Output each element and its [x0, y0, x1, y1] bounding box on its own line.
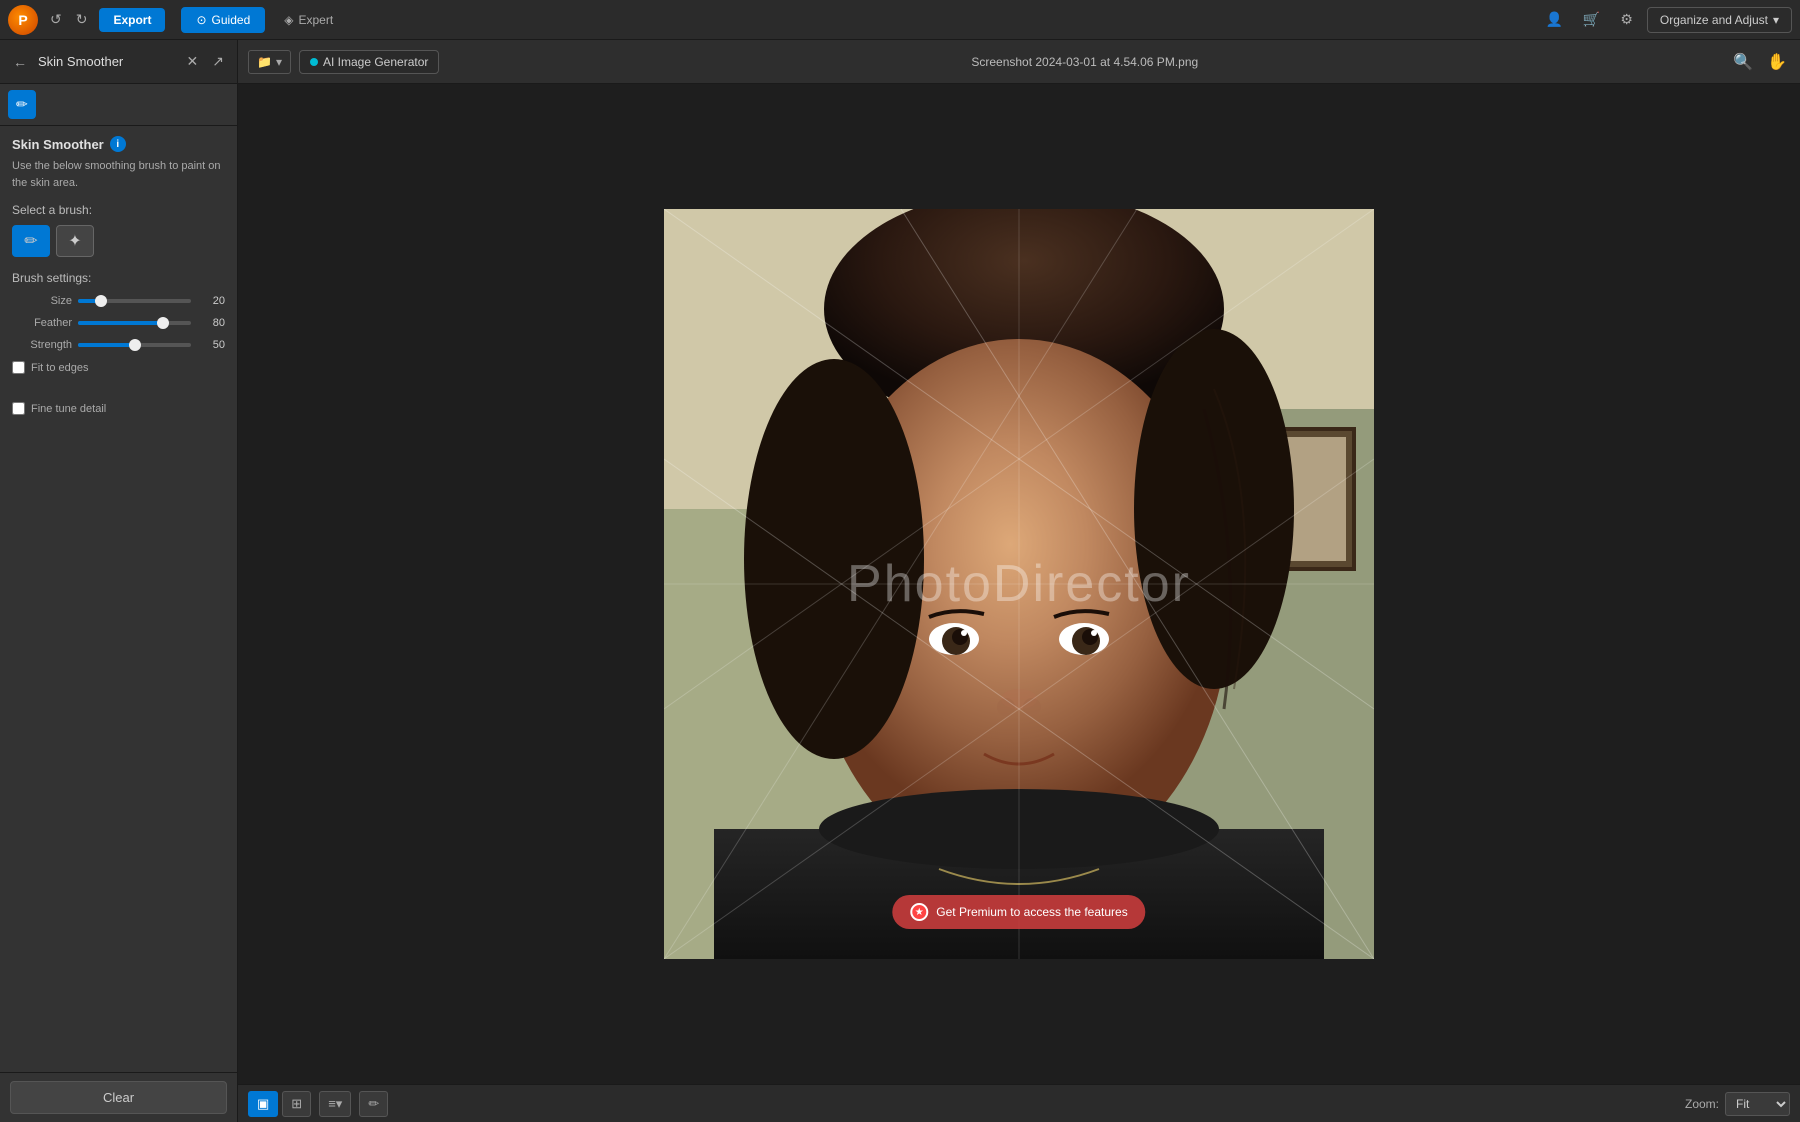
redo-button[interactable]: ↻	[70, 7, 94, 32]
gear-icon-button[interactable]: ⚙	[1614, 7, 1639, 32]
zoom-dropdown[interactable]: Fit 25% 50% 100% 200%	[1725, 1092, 1790, 1116]
fine-tune-checkbox[interactable]	[12, 402, 25, 415]
section-title-group: Skin Smoother i	[12, 136, 225, 152]
undo-button[interactable]: ↺	[44, 7, 68, 32]
top-bar-left: P ↺ ↻ Export ⊙ Guided ◈ Expert	[8, 5, 348, 35]
file-btn-chevron: ▾	[276, 55, 282, 69]
top-bar-right: 👤 🛒 ⚙ Organize and Adjust ▾	[1539, 7, 1792, 33]
tab-expert[interactable]: ◈ Expert	[269, 7, 348, 33]
ai-dot-icon	[310, 58, 318, 66]
brush-option-2[interactable]: ✦	[56, 225, 94, 257]
view-mode-buttons: ▣ ⊞	[248, 1091, 311, 1117]
brush-tab-paint[interactable]: ✏	[8, 90, 36, 119]
size-thumb[interactable]	[95, 295, 107, 307]
size-slider[interactable]	[78, 299, 191, 303]
filename: Screenshot 2024-03-01 at 4.54.06 PM.png	[447, 55, 1722, 69]
fit-to-edges-label: Fit to edges	[31, 362, 88, 374]
app-logo: P	[8, 5, 38, 35]
panel-back-button[interactable]: ←	[10, 51, 30, 73]
expert-label: Expert	[298, 13, 333, 27]
center-toolbar: 📁 ▾ AI Image Generator Screenshot 2024-0…	[238, 40, 1800, 84]
feather-slider[interactable]	[78, 321, 191, 325]
description-text: Use the below smoothing brush to paint o…	[12, 158, 225, 191]
center-area: 📁 ▾ AI Image Generator Screenshot 2024-0…	[238, 40, 1800, 1122]
file-open-button[interactable]: 📁 ▾	[248, 50, 291, 74]
strength-thumb[interactable]	[129, 339, 141, 351]
fine-tune-row: Fine tune detail	[12, 402, 225, 415]
top-bar: P ↺ ↻ Export ⊙ Guided ◈ Expert 👤 🛒 ⚙ Org…	[0, 0, 1800, 40]
feather-label: Feather	[12, 317, 72, 329]
feather-thumb[interactable]	[157, 317, 169, 329]
brush-tab-bar: ✏	[0, 84, 237, 126]
photo-image	[664, 209, 1374, 959]
panel-content: Skin Smoother i Use the below smoothing …	[0, 126, 237, 1072]
panel-export-button[interactable]: ↗	[209, 50, 227, 73]
logo-letter: P	[18, 12, 27, 28]
bottom-right: Zoom: Fit 25% 50% 100% 200%	[1685, 1092, 1790, 1116]
mode-tabs: ⊙ Guided ◈ Expert	[181, 7, 348, 33]
fit-to-edges-checkbox[interactable]	[12, 361, 25, 374]
brush-settings-label: Brush settings:	[12, 271, 225, 285]
premium-icon: ★	[910, 903, 928, 921]
panel-title: Skin Smoother	[38, 54, 176, 69]
strength-fill	[78, 343, 135, 347]
export-button[interactable]: Export	[99, 8, 165, 32]
premium-toast-text: Get Premium to access the features	[936, 905, 1127, 919]
section-title-text: Skin Smoother	[12, 137, 104, 152]
select-brush-label: Select a brush:	[12, 203, 225, 217]
fine-tune-label: Fine tune detail	[31, 403, 106, 415]
search-view-button[interactable]: 🔍	[1730, 49, 1756, 75]
user-icon-button[interactable]: 👤	[1539, 7, 1568, 32]
left-panel: ← Skin Smoother ✕ ↗ ✏ Skin Smoother i Us…	[0, 40, 238, 1122]
brush-option-1[interactable]: ✏	[12, 225, 50, 257]
expert-icon: ◈	[284, 13, 293, 27]
clear-button[interactable]: Clear	[10, 1081, 227, 1114]
sort-button[interactable]: ≡▾	[319, 1091, 351, 1117]
panel-close-button[interactable]: ✕	[184, 50, 202, 73]
bottom-bar: ▣ ⊞ ≡▾ ✏ Zoom: Fit 25% 50% 100% 200%	[238, 1084, 1800, 1122]
ai-image-generator-button[interactable]: AI Image Generator	[299, 50, 439, 74]
organize-chevron: ▾	[1773, 13, 1779, 27]
main-layout: ← Skin Smoother ✕ ↗ ✏ Skin Smoother i Us…	[0, 40, 1800, 1122]
fit-to-edges-row: Fit to edges	[12, 361, 225, 374]
brush-options: ✏ ✦	[12, 225, 225, 257]
size-label: Size	[12, 295, 72, 307]
feather-value: 80	[197, 317, 225, 329]
organize-label: Organize and Adjust	[1660, 13, 1768, 27]
strength-label: Strength	[12, 339, 72, 351]
brush-tool-button[interactable]: ✏	[359, 1091, 388, 1117]
compare-view-button[interactable]: ⊞	[282, 1091, 311, 1117]
feather-slider-row: Feather 80	[12, 317, 225, 329]
panel-header: ← Skin Smoother ✕ ↗	[0, 40, 237, 84]
guided-label: Guided	[212, 13, 251, 27]
organize-adjust-button[interactable]: Organize and Adjust ▾	[1647, 7, 1792, 33]
tab-guided[interactable]: ⊙ Guided	[181, 7, 265, 33]
premium-toast[interactable]: ★ Get Premium to access the features	[892, 895, 1145, 929]
guided-icon: ⊙	[196, 13, 206, 27]
info-badge[interactable]: i	[110, 136, 126, 152]
feather-fill	[78, 321, 163, 325]
canvas-area[interactable]: PhotoDirector ★ Get Premium to access th…	[238, 84, 1800, 1084]
undo-redo-group: ↺ ↻	[44, 7, 93, 32]
photo-container: PhotoDirector ★ Get Premium to access th…	[664, 209, 1374, 959]
cart-icon-button[interactable]: 🛒	[1577, 7, 1606, 32]
size-slider-row: Size 20	[12, 295, 225, 307]
strength-slider-row: Strength 50	[12, 339, 225, 351]
single-view-button[interactable]: ▣	[248, 1091, 278, 1117]
size-value: 20	[197, 295, 225, 307]
strength-slider[interactable]	[78, 343, 191, 347]
ai-label: AI Image Generator	[323, 55, 428, 69]
panel-bottom: Clear	[0, 1072, 237, 1122]
zoom-label: Zoom:	[1685, 1097, 1719, 1111]
hand-tool-button[interactable]: ✋	[1764, 49, 1790, 75]
folder-icon: 📁	[257, 55, 272, 69]
strength-value: 50	[197, 339, 225, 351]
